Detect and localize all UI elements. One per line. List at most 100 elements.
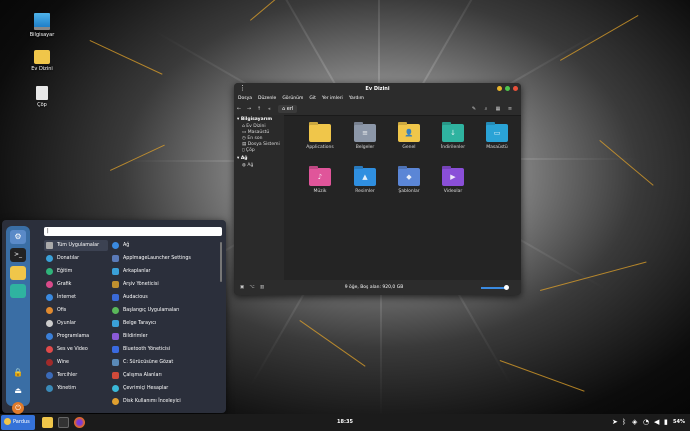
- folder-public[interactable]: 👤 Genel: [390, 124, 428, 150]
- zoom-slider[interactable]: [481, 284, 509, 290]
- app-network[interactable]: Ağ: [112, 240, 216, 251]
- list-view-icon[interactable]: ≡: [505, 106, 515, 112]
- hide-sidebar-icon[interactable]: ▥: [257, 285, 267, 290]
- category-preferences[interactable]: Tercihler: [44, 370, 108, 381]
- app-backgrounds[interactable]: Arkaplanlar: [112, 266, 216, 277]
- window-title: Ev Dizini: [365, 86, 390, 92]
- category-internet[interactable]: İnternet: [44, 292, 108, 303]
- category-all[interactable]: Tüm Uygulamalar: [44, 240, 108, 251]
- disk-usage-icon: [112, 398, 119, 405]
- minimize-button[interactable]: [497, 86, 502, 91]
- folder-documents[interactable]: ≡ Belgeler: [346, 124, 384, 150]
- show-tree-icon[interactable]: ⌥: [247, 285, 257, 290]
- folder-videos[interactable]: ▶ Videolar: [434, 168, 472, 194]
- menu-edit[interactable]: Düzenle: [258, 96, 276, 101]
- desktop-icon-home[interactable]: Ev Dizini: [22, 50, 62, 72]
- category-administration[interactable]: Yönetim: [44, 383, 108, 394]
- app-browse-c-drive[interactable]: C: Sürücüsüne Gözat: [112, 357, 216, 368]
- grid-view-icon[interactable]: ▦: [493, 106, 503, 112]
- folder-music[interactable]: ♪ Müzik: [301, 168, 339, 194]
- grid-icon: [46, 242, 53, 249]
- files-icon[interactable]: [10, 266, 26, 280]
- category-programming[interactable]: Programlama: [44, 331, 108, 342]
- sidebar-section-computer[interactable]: ▾ Bilgisayarım: [234, 115, 284, 123]
- desktop-icon-computer[interactable]: Bilgisayar: [22, 13, 62, 38]
- category-accessories[interactable]: Donatılar: [44, 253, 108, 264]
- terminal-icon[interactable]: >_: [10, 248, 26, 262]
- wine-icon: [46, 359, 53, 366]
- computer-icon: [34, 13, 50, 30]
- desktop-icon-trash[interactable]: Çöp: [22, 86, 62, 108]
- power-icon[interactable]: ⏻: [12, 402, 24, 414]
- app-bluetooth-manager[interactable]: Bluetooth Yöneticisi: [112, 344, 216, 355]
- folder-downloads[interactable]: ↓ İndirilenler: [434, 124, 472, 150]
- sidebar-item-filesystem[interactable]: ▤ Dosya Sistemi: [234, 142, 284, 148]
- app-archive-manager[interactable]: Arşiv Yöneticisi: [112, 279, 216, 290]
- trash-icon: [36, 86, 48, 100]
- menubar: Dosya Düzenle Görünüm Git Yer imleri Yar…: [234, 94, 521, 103]
- app-startup-applications[interactable]: Başlangıç Uygulamaları: [112, 305, 216, 316]
- education-icon: [46, 268, 53, 275]
- files-taskbar-icon[interactable]: [42, 417, 53, 428]
- startup-icon: [112, 307, 119, 314]
- network-app-icon: [112, 242, 119, 249]
- menu-go[interactable]: Git: [309, 96, 316, 101]
- category-games[interactable]: Oyunlar: [44, 318, 108, 329]
- history-icon[interactable]: ◂: [264, 106, 274, 112]
- app-online-accounts[interactable]: Çevrimiçi Hesaplar: [112, 383, 216, 394]
- maximize-button[interactable]: [505, 86, 510, 91]
- terminal-taskbar-icon[interactable]: [58, 417, 69, 428]
- pardus-logo-icon: [4, 418, 11, 425]
- bluetooth-tray-icon[interactable]: ᛒ: [622, 418, 626, 426]
- show-places-icon[interactable]: ▣: [237, 285, 247, 290]
- app-document-scanner[interactable]: Belge Tarayıcı: [112, 318, 216, 329]
- category-education[interactable]: Eğitim: [44, 266, 108, 277]
- menu-help[interactable]: Yardım: [349, 96, 364, 101]
- forward-icon[interactable]: →: [244, 106, 254, 112]
- sidebar-item-network[interactable]: ◍ Ağ: [234, 162, 284, 168]
- internet-icon: [46, 294, 53, 301]
- send-icon[interactable]: ➤: [612, 418, 618, 426]
- folder-pictures[interactable]: ▲ Resimler: [346, 168, 384, 194]
- search-icon[interactable]: ⌕: [481, 106, 491, 112]
- videos-folder-icon: ▶: [442, 168, 464, 186]
- category-office[interactable]: Ofis: [44, 305, 108, 316]
- app-notifications[interactable]: Bildirimler: [112, 331, 216, 342]
- menu-view[interactable]: Görünüm: [282, 96, 303, 101]
- folder-applications[interactable]: Applications: [301, 124, 339, 150]
- folder-templates[interactable]: ◆ Şablonlar: [390, 168, 428, 194]
- zoom-slider-handle[interactable]: [504, 284, 509, 290]
- sidebar-section-network[interactable]: ▾ Ağ: [234, 154, 284, 162]
- scanner-icon: [112, 320, 119, 327]
- app-disk-usage-analyzer[interactable]: Disk Kullanımı İnceleyici: [112, 396, 216, 407]
- lock-icon[interactable]: 🔒: [10, 366, 26, 380]
- app-appimagelauncher[interactable]: AppImageLauncher Settings: [112, 253, 216, 264]
- shield-icon[interactable]: ◈: [632, 418, 637, 426]
- category-graphics[interactable]: Grafik: [44, 279, 108, 290]
- logout-icon[interactable]: ⏏: [10, 384, 26, 398]
- category-sound-video[interactable]: Ses ve Video: [44, 344, 108, 355]
- battery-icon[interactable]: ▮: [664, 418, 668, 426]
- volume-icon[interactable]: ◀: [654, 418, 659, 426]
- folder-desktop[interactable]: ▭ Masaüstü: [478, 124, 516, 150]
- category-wine[interactable]: Wine: [44, 357, 108, 368]
- menu-file[interactable]: Dosya: [238, 96, 252, 101]
- search-input[interactable]: |: [44, 227, 222, 236]
- wifi-icon[interactable]: ◔: [643, 418, 649, 426]
- menu-bookmarks[interactable]: Yer imleri: [322, 96, 343, 101]
- menu-scrollbar[interactable]: [220, 242, 222, 282]
- backgrounds-icon: [112, 268, 119, 275]
- app-audacious[interactable]: Audacious: [112, 292, 216, 303]
- clock[interactable]: 18:35: [330, 414, 360, 431]
- toggle-path-icon[interactable]: ✎: [469, 106, 479, 112]
- breadcrumb[interactable]: ⌂ erl: [278, 105, 298, 113]
- start-button[interactable]: Pardus: [1, 415, 35, 430]
- settings-icon[interactable]: ⚙: [10, 230, 26, 244]
- software-center-icon[interactable]: [10, 284, 26, 298]
- firefox-taskbar-icon[interactable]: [74, 417, 85, 428]
- back-icon[interactable]: ←: [234, 106, 244, 112]
- close-button[interactable]: [513, 86, 518, 91]
- window-titlebar[interactable]: ⋮ Ev Dizini: [234, 83, 521, 94]
- up-icon[interactable]: ↑: [254, 106, 264, 112]
- app-workspaces[interactable]: Çalışma Alanları: [112, 370, 216, 381]
